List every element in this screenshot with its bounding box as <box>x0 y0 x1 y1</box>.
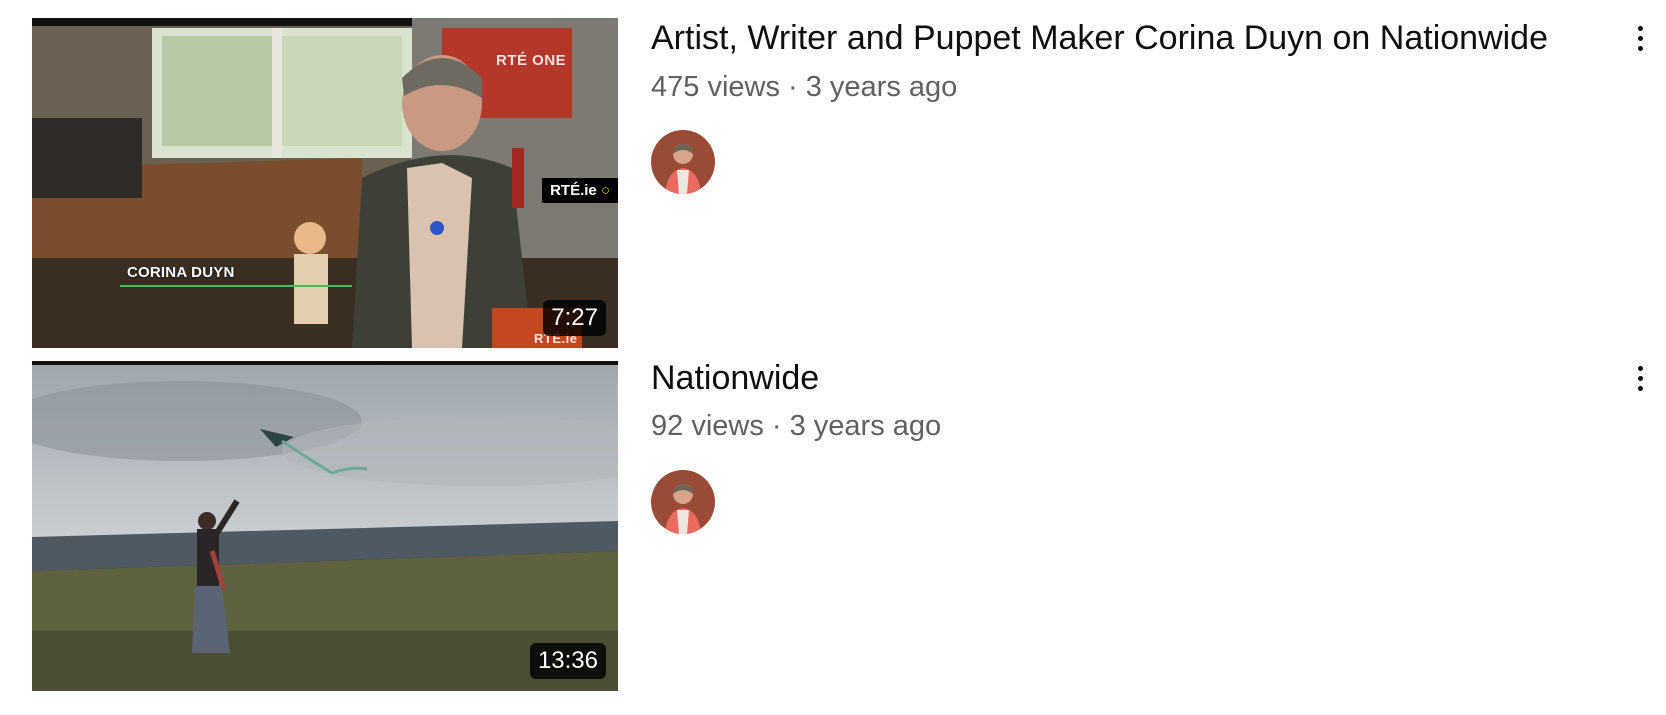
more-options-button[interactable] <box>1626 360 1654 396</box>
video-title[interactable]: Nationwide <box>651 356 819 400</box>
more-vert-icon <box>1637 365 1643 371</box>
video-thumbnail[interactable]: RTÉ ONE RTÉ.ie ○ CORINA DUYN RTÉ.ie 7:27 <box>32 18 618 348</box>
video-meta: 475 views · 3 years ago <box>651 71 958 103</box>
video-item[interactable]: RTÉ ONE RTÉ.ie ○ CORINA DUYN RTÉ.ie 7:27… <box>0 0 1666 348</box>
avatar-image <box>651 470 715 534</box>
more-options-button[interactable] <box>1626 20 1654 56</box>
video-thumbnail[interactable]: 13:36 <box>32 361 618 691</box>
thumbnail-image <box>32 361 618 691</box>
channel-avatar[interactable] <box>651 470 715 534</box>
duration-badge: 13:36 <box>529 643 606 679</box>
video-item[interactable]: 13:36 Nationwide 92 views · 3 years ago <box>0 359 1666 701</box>
broadcaster-badge: RTÉ.ie ○ <box>542 178 618 203</box>
more-vert-icon-dot <box>1637 45 1643 51</box>
more-vert-icon-dot <box>1637 375 1643 381</box>
more-vert-icon-dot <box>1637 35 1643 41</box>
more-vert-icon-dot <box>1637 385 1643 391</box>
video-title[interactable]: Artist, Writer and Puppet Maker Corina D… <box>651 16 1548 60</box>
duration-badge: 7:27 <box>543 300 606 336</box>
channel-avatar[interactable] <box>651 130 715 194</box>
video-meta: 92 views · 3 years ago <box>651 410 942 442</box>
name-caption: CORINA DUYN <box>127 264 235 281</box>
avatar-image <box>651 130 715 194</box>
more-vert-icon <box>1637 25 1643 31</box>
channel-watermark: RTÉ ONE <box>496 52 567 69</box>
